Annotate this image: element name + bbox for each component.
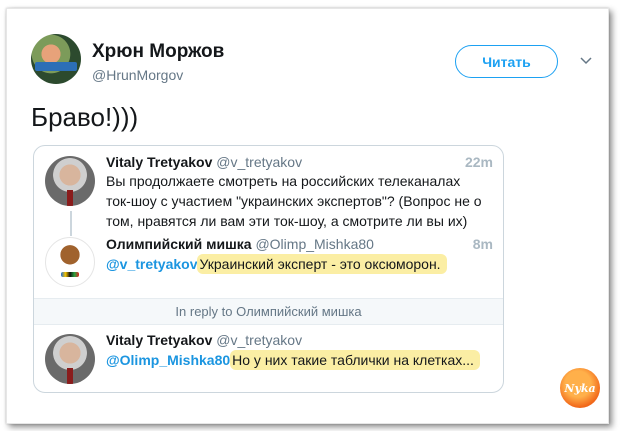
quoted-author-name[interactable]: Vitaly Tretyakov bbox=[106, 332, 212, 348]
quoted-tweet-text: Вы продолжаете смотреть на российских те… bbox=[106, 173, 482, 229]
timestamp[interactable]: 22m bbox=[465, 154, 493, 170]
author-handle[interactable]: @HrunMorgov bbox=[92, 67, 183, 83]
author-avatar[interactable] bbox=[31, 34, 81, 84]
quoted-author-handle: @v_tretyakov bbox=[216, 332, 303, 348]
highlighted-text: Украинский эксперт - это оксюморон. bbox=[197, 254, 447, 274]
author-name[interactable]: Хрюн Моржов bbox=[92, 41, 224, 63]
mention-link[interactable]: @v_tretyakov bbox=[106, 256, 197, 272]
timestamp[interactable]: 8m bbox=[473, 236, 493, 252]
in-reply-to-bar[interactable]: In reply to Олимпийский мишка bbox=[34, 298, 503, 325]
quoted-thread[interactable]: Vitaly Tretyakov @v_tretyakov 22m Вы про… bbox=[33, 145, 504, 393]
quoted-author-name[interactable]: Vitaly Tretyakov bbox=[106, 154, 212, 170]
avatar[interactable] bbox=[45, 334, 95, 384]
highlighted-text: Но у них такие таблички на клетках... bbox=[230, 350, 480, 370]
avatar[interactable] bbox=[45, 237, 95, 287]
quoted-author-handle: @v_tretyakov bbox=[216, 154, 303, 170]
avatar[interactable] bbox=[45, 156, 95, 206]
follow-button[interactable]: Читать bbox=[455, 45, 558, 78]
thread-line bbox=[70, 211, 72, 236]
quoted-author-name[interactable]: Олимпийский мишка bbox=[106, 236, 252, 252]
mention-link[interactable]: @Olimp_Mishka80 bbox=[106, 352, 230, 368]
watermark-logo: Nyka bbox=[560, 368, 600, 408]
quoted-author-handle: @Olimp_Mishka80 bbox=[255, 236, 374, 252]
chevron-down-icon[interactable] bbox=[580, 55, 592, 67]
tweet-text: Браво!))) bbox=[31, 102, 139, 132]
